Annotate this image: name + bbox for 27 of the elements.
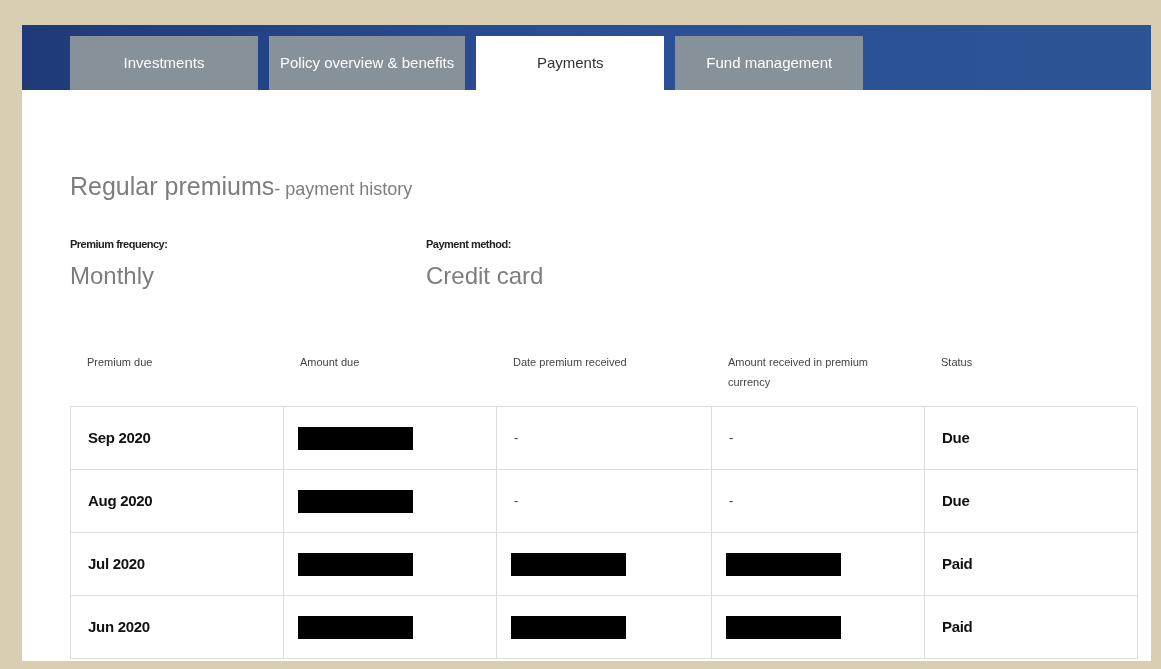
column-header: Date premium received	[512, 355, 628, 370]
field-label: Payment method:	[426, 236, 512, 252]
table-cell-text: -	[514, 492, 519, 511]
table-cell-text: Paid	[942, 616, 973, 637]
tab[interactable]: Investments	[70, 36, 258, 90]
tab[interactable]: Payments	[476, 36, 665, 90]
table-cell-text: Sep 2020	[88, 427, 151, 448]
column-header: Premium due	[86, 355, 154, 370]
section-subtitle: - payment history	[274, 179, 413, 199]
section-title: Regular premiums	[70, 171, 275, 202]
table-cell-text: Due	[942, 490, 970, 511]
table-cell-text: -	[729, 429, 734, 448]
field-label: Premium frequency:	[70, 236, 169, 252]
field-value: Monthly	[70, 261, 156, 291]
tab[interactable]: Fund management	[675, 36, 864, 90]
table-cell-text: -	[514, 429, 519, 448]
column-header: Amount due	[299, 355, 361, 370]
table-cell-text: Aug 2020	[88, 490, 153, 511]
tab[interactable]: Policy overview & benefits	[269, 36, 466, 90]
table-cell-text: Jul 2020	[88, 553, 145, 574]
field-value: Credit card	[426, 261, 545, 291]
table-cell-text: -	[729, 492, 734, 511]
table-cell-text: Due	[942, 427, 970, 448]
table-cell-text: Jun 2020	[88, 616, 150, 637]
table-cell-text: Paid	[942, 553, 973, 574]
column-header: Status	[940, 355, 974, 370]
column-header: Amount received in premium currency	[727, 355, 869, 390]
